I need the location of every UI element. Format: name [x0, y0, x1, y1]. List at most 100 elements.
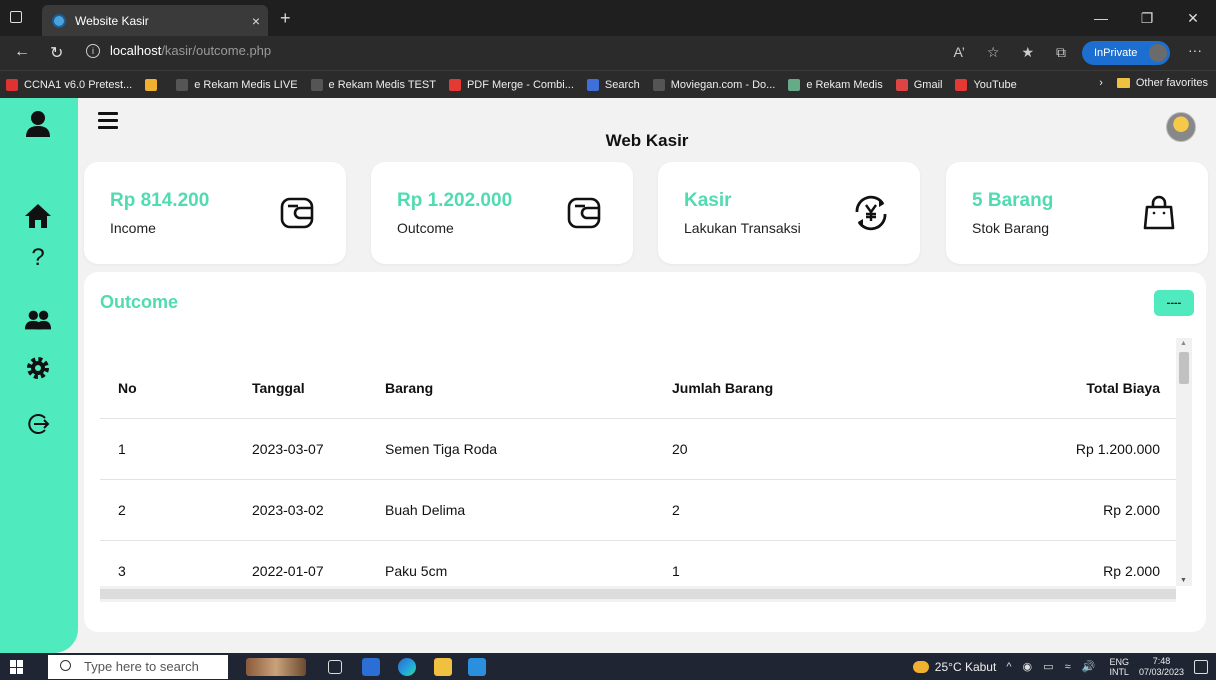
table-row: 1 2023-03-07 Semen Tiga Roda 20 Rp 1.200…: [100, 418, 1176, 480]
outcome-value: Rp 1.202.000: [397, 190, 513, 211]
chevron-right-icon[interactable]: ›: [1099, 77, 1103, 89]
close-icon[interactable]: ✕: [1170, 0, 1216, 36]
settings-gear-icon[interactable]: [24, 354, 52, 382]
task-view-icon[interactable]: [328, 660, 342, 674]
search-icon: [60, 660, 71, 671]
home-icon[interactable]: [24, 202, 52, 230]
horizontal-scrollbar[interactable]: [100, 586, 1176, 602]
outcome-table: No Tanggal Barang Jumlah Barang Total Bi…: [100, 358, 1176, 602]
url-field[interactable]: i localhost /kasir/outcome.php: [86, 43, 271, 58]
clock-time: 7:48: [1152, 655, 1171, 666]
bookmark-favicon-icon: [310, 78, 323, 91]
scroll-up-icon[interactable]: ▲: [1180, 340, 1187, 347]
top-bar: Web Kasir: [78, 98, 1216, 156]
profile-avatar-icon: [1149, 44, 1167, 62]
restore-icon[interactable]: ❐: [1124, 0, 1170, 36]
bookmark-item[interactable]: Moviegan.com - Do...: [652, 78, 775, 91]
table-header-row: No Tanggal Barang Jumlah Barang Total Bi…: [100, 358, 1176, 419]
bookmark-favicon-icon: [448, 78, 461, 91]
outcome-title: Outcome: [100, 292, 179, 312]
favorites-icon[interactable]: ★: [1021, 44, 1034, 61]
other-favorites[interactable]: › Other favorites: [1099, 77, 1208, 89]
horizontal-scroll-thumb[interactable]: [100, 589, 1176, 599]
browser-tab[interactable]: Website Kasir ×: [42, 5, 268, 36]
search-highlight-icon[interactable]: [246, 658, 306, 676]
add-favorite-icon[interactable]: ☆: [987, 44, 1000, 61]
kasir-label: Lakukan Transaksi: [684, 220, 801, 236]
tab-title: Website Kasir: [75, 13, 149, 28]
stok-value: 5 Barang: [972, 190, 1054, 211]
back-arrow-icon[interactable]: ←: [14, 43, 30, 61]
weather-text[interactable]: 25°C Kabut: [935, 660, 997, 674]
column-header-no: No: [100, 358, 252, 419]
bookmark-favicon-icon: [955, 78, 968, 91]
tray-icons[interactable]: ^ ◉ ▭ ≈ 🔊: [1006, 660, 1099, 673]
kasir-card[interactable]: Kasir Lakukan Transaksi: [658, 162, 920, 264]
bookmark-favicon-icon: [6, 78, 18, 91]
store-icon[interactable]: [362, 658, 380, 676]
bookmark-favicon-icon: [145, 78, 158, 91]
more-menu-icon[interactable]: ···: [1188, 42, 1202, 58]
vertical-scroll-thumb[interactable]: [1179, 352, 1189, 384]
windows-taskbar: Type here to search 25°C Kabut ^ ◉ ▭ ≈ 🔊…: [0, 653, 1216, 680]
vertical-scrollbar[interactable]: ▲ ▼: [1176, 338, 1192, 586]
clock[interactable]: 7:48 07/03/2023: [1139, 656, 1184, 678]
bookmark-item[interactable]: Gmail: [895, 78, 942, 91]
bookmark-label: e Rekam Medis LIVE: [194, 78, 298, 91]
window-menu-icon[interactable]: [10, 11, 22, 23]
url-host: localhost: [110, 43, 162, 58]
outcome-card[interactable]: Rp 1.202.000 Outcome: [371, 162, 633, 264]
tab-close-icon[interactable]: ×: [244, 13, 268, 29]
window-controls: — ❐ ✕: [1078, 0, 1216, 36]
bookmark-item[interactable]: e Rekam Medis LIVE: [176, 78, 298, 91]
taskbar-search-placeholder: Type here to search: [84, 659, 199, 674]
scroll-down-icon[interactable]: ▼: [1180, 577, 1187, 584]
site-info-icon[interactable]: i: [86, 43, 100, 58]
bookmark-item[interactable]: CCNA1 v6.0 Pretest...: [6, 78, 132, 91]
minimize-icon[interactable]: —: [1078, 0, 1124, 36]
avatar[interactable]: [1166, 112, 1196, 142]
income-card[interactable]: Rp 814.200 Income: [84, 162, 346, 264]
refresh-icon[interactable]: ↻: [50, 43, 63, 63]
kasir-value: Kasir: [684, 190, 732, 211]
stok-label: Stok Barang: [972, 220, 1050, 236]
bookmark-item[interactable]: Search: [586, 78, 640, 91]
logout-icon[interactable]: [24, 410, 52, 438]
taskbar-search-input[interactable]: Type here to search: [48, 655, 228, 679]
stok-card[interactable]: 5 Barang Stok Barang: [946, 162, 1208, 264]
edge-browser-icon[interactable]: [398, 658, 416, 676]
browser-tab-bar: Website Kasir × + — ❐ ✕: [0, 0, 1216, 36]
weather-icon: [912, 660, 929, 673]
windows-start-icon[interactable]: [10, 660, 24, 674]
site-favicon-icon: [52, 13, 66, 28]
inprivate-badge[interactable]: InPrivate: [1082, 41, 1170, 65]
bookmark-item[interactable]: e Rekam Medis: [788, 78, 883, 91]
column-header-jumlah: Jumlah Barang: [672, 358, 1012, 419]
collections-icon[interactable]: ⧉: [1056, 44, 1066, 61]
help-icon[interactable]: ?: [24, 244, 52, 272]
other-favorites-label: Other favorites: [1135, 77, 1208, 89]
file-explorer-icon[interactable]: [434, 658, 452, 676]
table-row: 2 2023-03-02 Buah Delima 2 Rp 2.000: [100, 479, 1176, 541]
outcome-table-wrap[interactable]: No Tanggal Barang Jumlah Barang Total Bi…: [100, 338, 1192, 602]
vscode-icon[interactable]: [468, 658, 486, 676]
notification-icon[interactable]: [1194, 659, 1208, 674]
bookmark-item[interactable]: PDF Merge - Combi...: [448, 78, 574, 91]
bookmark-item[interactable]: YouTube: [955, 78, 1017, 91]
bookmarks-bar: CCNA1 v6.0 Pretest... e Rekam Medis LIVE e…: [0, 70, 1216, 98]
new-tab-button[interactable]: +: [280, 8, 291, 29]
bookmark-favicon-icon: [788, 78, 801, 91]
bookmark-item[interactable]: [145, 78, 163, 91]
bookmark-favicon-icon: [586, 78, 599, 91]
panel-action-button[interactable]: ----: [1154, 290, 1194, 316]
bookmark-item[interactable]: e Rekam Medis TEST: [310, 78, 436, 91]
user-icon[interactable]: [24, 110, 52, 138]
hamburger-menu-icon[interactable]: [98, 112, 118, 129]
sidebar: ?: [0, 98, 78, 653]
users-icon[interactable]: [24, 306, 52, 334]
read-aloud-icon[interactable]: A’: [953, 44, 964, 61]
lang-line1: ENG: [1109, 656, 1129, 667]
shopping-bag-icon: [1143, 195, 1175, 230]
wallet-icon: [567, 197, 601, 229]
language-indicator[interactable]: ENG INTL: [1109, 657, 1129, 677]
